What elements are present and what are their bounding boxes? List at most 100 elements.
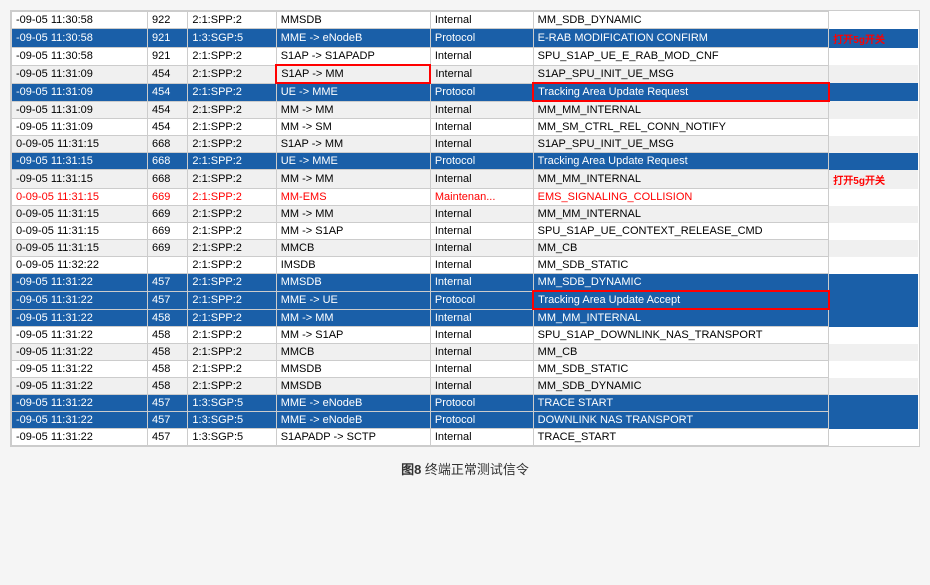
annotation-cell: [829, 48, 919, 66]
time-cell: -09-05 11:31:15: [12, 170, 148, 189]
srcdst-cell: S1AP -> MM: [276, 65, 430, 83]
time-cell: -09-05 11:31:22: [12, 327, 148, 344]
node-cell: 2:1:SPP:2: [188, 344, 276, 361]
time-cell: -09-05 11:31:22: [12, 274, 148, 292]
table-row[interactable]: -09-05 11:31:224582:1:SPP:2MMSDBInternal…: [12, 378, 919, 395]
srcdst-cell: S1APADP -> SCTP: [276, 429, 430, 446]
num-cell: 454: [147, 101, 187, 119]
table-row[interactable]: -09-05 11:31:224582:1:SPP:2MMCBInternalM…: [12, 344, 919, 361]
node-cell: 2:1:SPP:2: [188, 189, 276, 206]
log-table-container: -09-05 11:30:589222:1:SPP:2MMSDBInternal…: [10, 10, 920, 447]
srcdst-cell: MME -> eNodeB: [276, 395, 430, 412]
time-cell: -09-05 11:31:22: [12, 412, 148, 429]
table-row[interactable]: -09-05 11:31:224582:1:SPP:2MM -> MMInter…: [12, 309, 919, 327]
type-cell: Internal: [430, 206, 533, 223]
time-cell: 0-09-05 11:32:22: [12, 257, 148, 274]
srcdst-cell: UE -> MME: [276, 83, 430, 101]
table-row[interactable]: -09-05 11:31:224571:3:SGP:5MME -> eNodeB…: [12, 412, 919, 429]
message-cell: EMS_SIGNALING_COLLISION: [533, 189, 829, 206]
message-cell: MM_SDB_DYNAMIC: [533, 274, 829, 292]
annotation-cell: 打开5g开关: [829, 170, 919, 189]
num-cell: 458: [147, 361, 187, 378]
message-cell: S1AP_SPU_INIT_UE_MSG: [533, 136, 829, 153]
table-row[interactable]: 0-09-05 11:31:156692:1:SPP:2MM -> MMInte…: [12, 206, 919, 223]
table-row[interactable]: -09-05 11:31:094542:1:SPP:2MM -> MMInter…: [12, 101, 919, 119]
annotation-cell: [829, 327, 919, 344]
table-row[interactable]: 0-09-05 11:31:156692:1:SPP:2MM-EMSMainte…: [12, 189, 919, 206]
table-row[interactable]: -09-05 11:31:156682:1:SPP:2MM -> MMInter…: [12, 170, 919, 189]
srcdst-cell: MME -> UE: [276, 291, 430, 309]
table-row[interactable]: -09-05 11:31:224571:3:SGP:5S1APADP -> SC…: [12, 429, 919, 446]
time-cell: -09-05 11:31:09: [12, 83, 148, 101]
table-row[interactable]: -09-05 11:31:224582:1:SPP:2MMSDBInternal…: [12, 361, 919, 378]
table-row[interactable]: -09-05 11:31:094542:1:SPP:2MM -> SMInter…: [12, 119, 919, 136]
srcdst-cell: MM -> SM: [276, 119, 430, 136]
num-cell: 457: [147, 429, 187, 446]
node-cell: 2:1:SPP:2: [188, 12, 276, 29]
num-cell: 669: [147, 189, 187, 206]
srcdst-cell: MMSDB: [276, 274, 430, 292]
type-cell: Protocol: [430, 395, 533, 412]
type-cell: Internal: [430, 136, 533, 153]
table-row[interactable]: 0-09-05 11:31:156682:1:SPP:2S1AP -> MMIn…: [12, 136, 919, 153]
type-cell: Internal: [430, 240, 533, 257]
time-cell: -09-05 11:31:22: [12, 291, 148, 309]
num-cell: 669: [147, 223, 187, 240]
time-cell: -09-05 11:31:09: [12, 65, 148, 83]
annotation-cell: [829, 378, 919, 395]
table-row[interactable]: -09-05 11:30:589212:1:SPP:2S1AP -> S1APA…: [12, 48, 919, 66]
node-cell: 2:1:SPP:2: [188, 361, 276, 378]
num-cell: 668: [147, 170, 187, 189]
srcdst-cell: MME -> eNodeB: [276, 412, 430, 429]
srcdst-cell: MMCB: [276, 240, 430, 257]
annotation-cell: [829, 119, 919, 136]
time-cell: -09-05 11:31:22: [12, 344, 148, 361]
annotation-cell: [829, 344, 919, 361]
table-row[interactable]: -09-05 11:30:589222:1:SPP:2MMSDBInternal…: [12, 12, 919, 29]
node-cell: 1:3:SGP:5: [188, 29, 276, 48]
type-cell: Protocol: [430, 291, 533, 309]
node-cell: 2:1:SPP:2: [188, 206, 276, 223]
node-cell: 2:1:SPP:2: [188, 223, 276, 240]
type-cell: Internal: [430, 48, 533, 66]
table-row[interactable]: 0-09-05 11:32:222:1:SPP:2IMSDBInternalMM…: [12, 257, 919, 274]
type-cell: Internal: [430, 101, 533, 119]
table-row[interactable]: 0-09-05 11:31:156692:1:SPP:2MMCBInternal…: [12, 240, 919, 257]
node-cell: 2:1:SPP:2: [188, 153, 276, 170]
annotation-cell: [829, 83, 919, 101]
table-row[interactable]: -09-05 11:31:224582:1:SPP:2MM -> S1APInt…: [12, 327, 919, 344]
message-cell: MM_SDB_STATIC: [533, 361, 829, 378]
type-cell: Protocol: [430, 412, 533, 429]
type-cell: Internal: [430, 170, 533, 189]
num-cell: 457: [147, 395, 187, 412]
message-cell: Tracking Area Update Request: [533, 153, 829, 170]
time-cell: -09-05 11:30:58: [12, 29, 148, 48]
table-row[interactable]: -09-05 11:31:224571:3:SGP:5MME -> eNodeB…: [12, 395, 919, 412]
table-row[interactable]: -09-05 11:31:094542:1:SPP:2S1AP -> MMInt…: [12, 65, 919, 83]
num-cell: 457: [147, 412, 187, 429]
srcdst-cell: MMSDB: [276, 12, 430, 29]
message-cell: MM_CB: [533, 240, 829, 257]
node-cell: 2:1:SPP:2: [188, 327, 276, 344]
annotation-cell: [829, 412, 919, 429]
node-cell: 2:1:SPP:2: [188, 170, 276, 189]
table-row[interactable]: 0-09-05 11:31:156692:1:SPP:2MM -> S1APIn…: [12, 223, 919, 240]
annotation-cell: [829, 65, 919, 83]
num-cell: [147, 257, 187, 274]
node-cell: 2:1:SPP:2: [188, 240, 276, 257]
type-cell: Internal: [430, 257, 533, 274]
annotation-cell: [829, 257, 919, 274]
node-cell: 1:3:SGP:5: [188, 395, 276, 412]
num-cell: 458: [147, 327, 187, 344]
table-row[interactable]: -09-05 11:31:224572:1:SPP:2MME -> UEProt…: [12, 291, 919, 309]
figure-number: 图8: [401, 462, 425, 477]
table-row[interactable]: -09-05 11:31:224572:1:SPP:2MMSDBInternal…: [12, 274, 919, 292]
type-cell: Internal: [430, 361, 533, 378]
num-cell: 458: [147, 378, 187, 395]
message-cell: S1AP_SPU_INIT_UE_MSG: [533, 65, 829, 83]
table-row[interactable]: -09-05 11:30:589211:3:SGP:5MME -> eNodeB…: [12, 29, 919, 48]
node-cell: 2:1:SPP:2: [188, 65, 276, 83]
time-cell: 0-09-05 11:31:15: [12, 189, 148, 206]
table-row[interactable]: -09-05 11:31:094542:1:SPP:2UE -> MMEProt…: [12, 83, 919, 101]
table-row[interactable]: -09-05 11:31:156682:1:SPP:2UE -> MMEProt…: [12, 153, 919, 170]
